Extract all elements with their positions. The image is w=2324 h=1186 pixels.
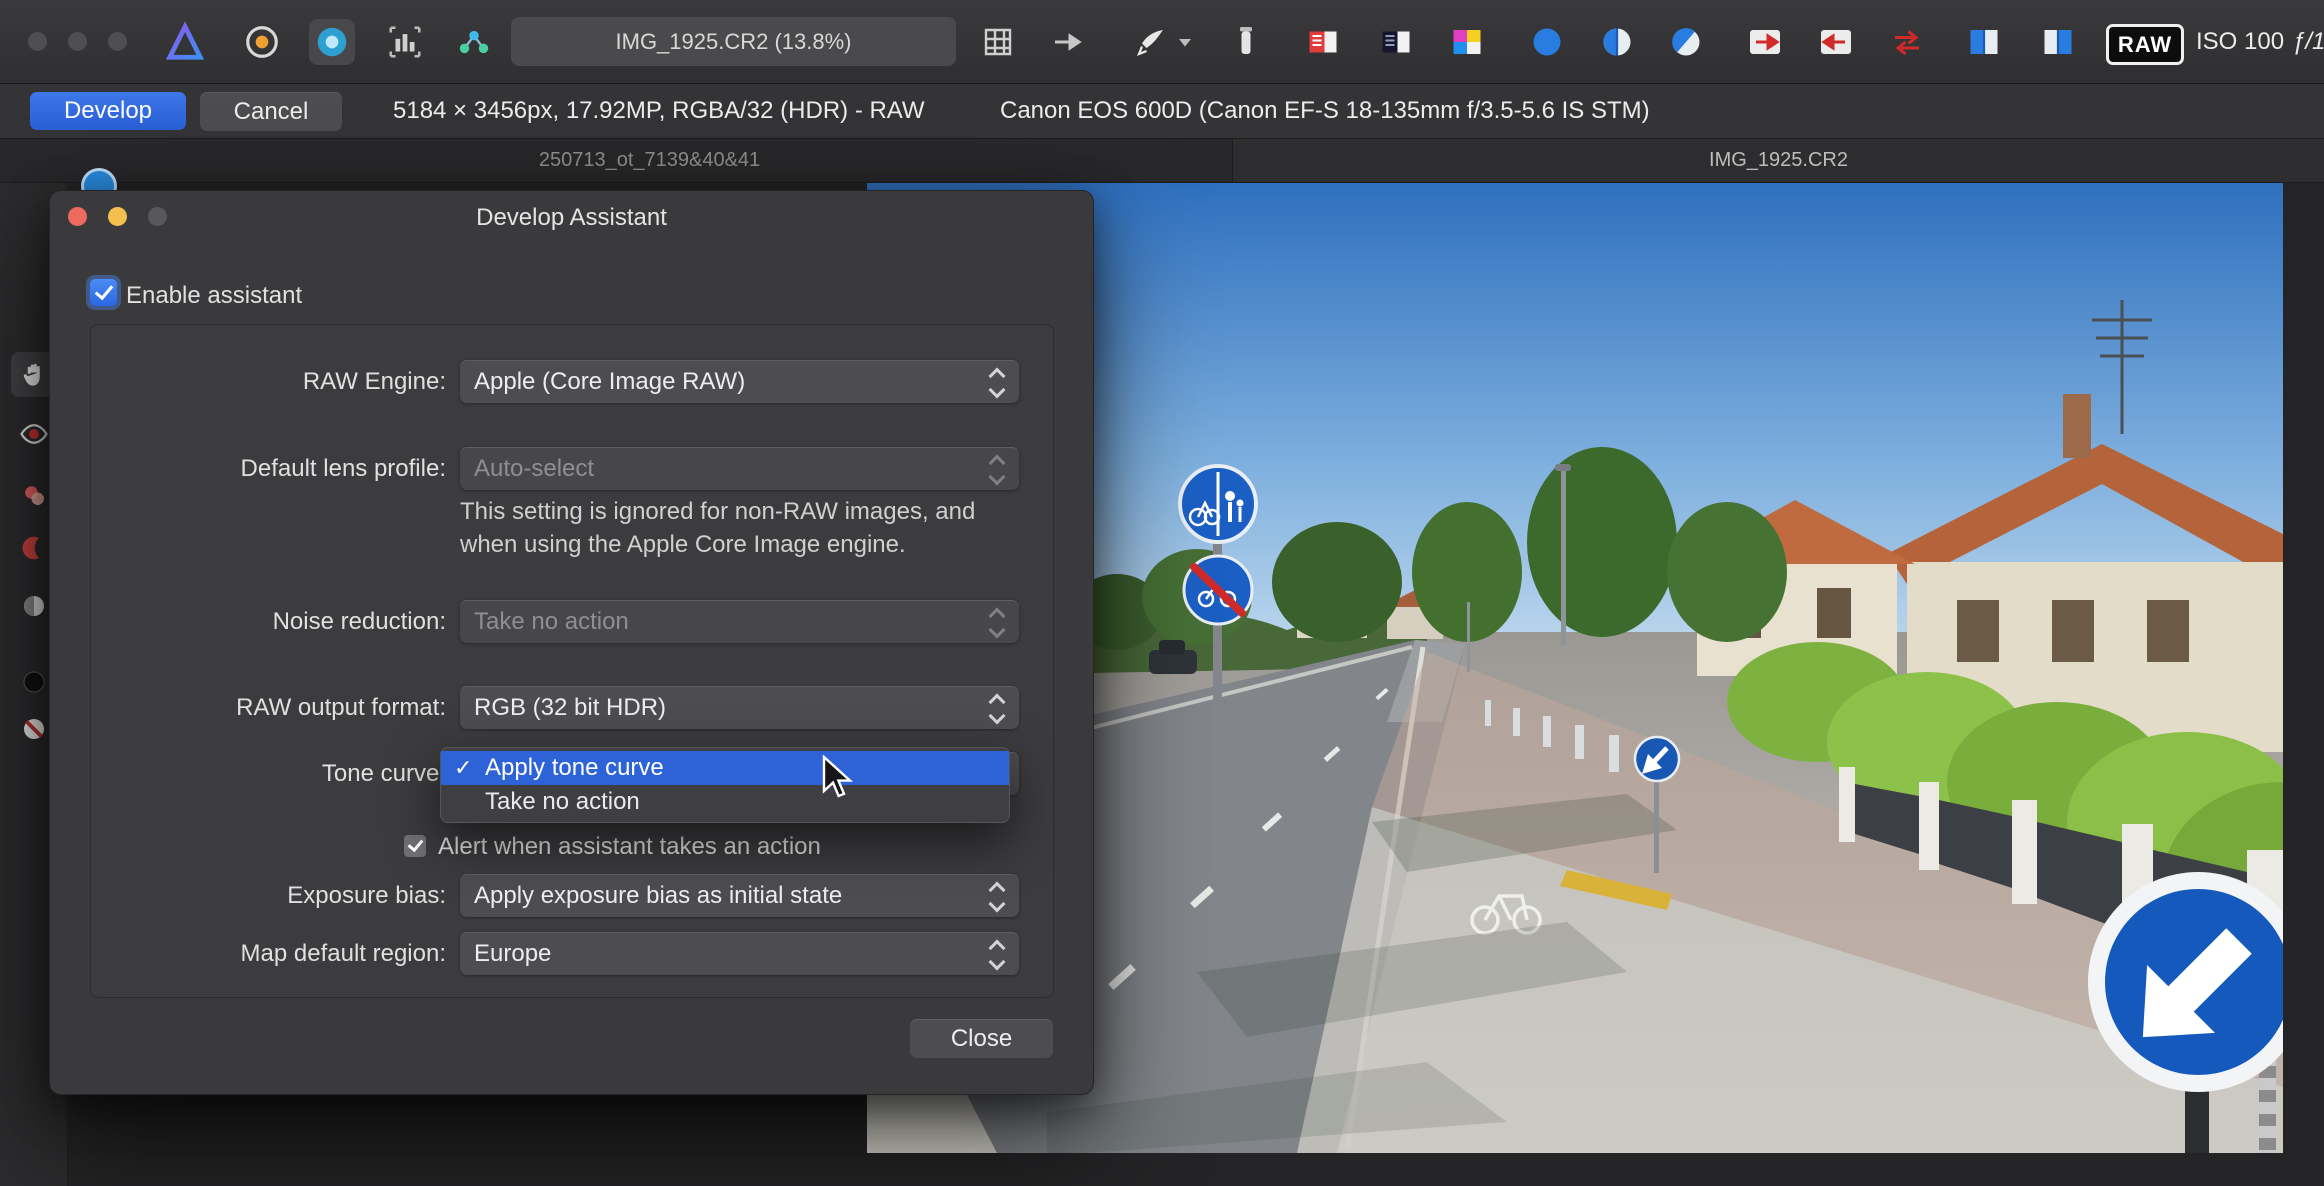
alert-checkbox[interactable] <box>404 835 426 857</box>
photo-persona-icon[interactable] <box>239 19 285 65</box>
assistant-icon[interactable] <box>1128 19 1174 65</box>
document-title-text: IMG_1925.CR2 (13.8%) <box>616 29 852 55</box>
window-zoom-button[interactable] <box>108 32 127 51</box>
snapping-icon[interactable] <box>1044 19 1090 65</box>
clipped-shadows-icon[interactable] <box>1373 19 1419 65</box>
exposure-bias-select[interactable]: Apply exposure bias as initial state <box>460 874 1019 917</box>
document-title: IMG_1925.CR2 (13.8%) <box>511 17 956 66</box>
tone-curve-menu: ✓ Apply tone curve Take no action <box>440 747 1010 823</box>
document-info: 5184 × 3456px, 17.92MP, RGBA/32 (HDR) - … <box>393 83 925 138</box>
lens-profile-help: This setting is ignored for non-RAW imag… <box>460 495 975 561</box>
close-button-label: Close <box>951 1025 1012 1053</box>
dialog-title: Develop Assistant <box>50 204 1093 232</box>
map-region-select[interactable]: Europe <box>460 932 1019 975</box>
stepper-icon <box>982 361 1012 404</box>
split-view-icon[interactable] <box>1594 19 1640 65</box>
aperture-label: ƒ/1 <box>2292 0 2324 83</box>
menu-item-take-no-action[interactable]: Take no action <box>441 785 1009 819</box>
checkmark-icon: ✓ <box>454 755 472 781</box>
close-button[interactable]: Close <box>910 1019 1053 1058</box>
sync-before-icon[interactable] <box>1742 19 1788 65</box>
clipped-highlights-icon[interactable] <box>1300 19 1346 65</box>
develop-persona-icon[interactable] <box>309 19 355 65</box>
tone-curve-label: Tone curve: <box>90 752 446 795</box>
noise-reduction-select[interactable]: Take no action <box>460 600 1019 643</box>
enable-assistant-label: Enable assistant <box>126 282 302 310</box>
stepper-icon <box>982 687 1012 730</box>
develop-assistant-dialog: Develop Assistant Enable assistant RAW E… <box>49 190 1094 1095</box>
mirror-view-icon[interactable] <box>1663 19 1709 65</box>
tab-img-1925[interactable]: IMG_1925.CR2 <box>1233 138 2324 182</box>
iso-label: ISO 100 <box>2196 0 2284 83</box>
exposure-bias-value: Apply exposure bias as initial state <box>474 882 842 910</box>
help-line-2: when using the Apple Core Image engine. <box>460 528 975 561</box>
window-minimize-button[interactable] <box>68 32 87 51</box>
tone-mapping-persona-icon[interactable] <box>382 19 428 65</box>
affinity-photo-window: IMG_1925.CR2 (13.8%) <box>0 0 2324 1186</box>
menu-item-label: Take no action <box>485 788 640 816</box>
alert-checkbox-label: Alert when assistant takes an action <box>438 833 821 861</box>
assistant-dropdown-chevron[interactable] <box>1170 19 1200 65</box>
noise-reduction-value: Take no action <box>474 608 629 636</box>
enable-assistant-checkbox[interactable] <box>90 279 117 306</box>
lens-profile-select[interactable]: Auto-select <box>460 447 1019 490</box>
clone-tool-icon[interactable] <box>1223 19 1269 65</box>
help-line-1: This setting is ignored for non-RAW imag… <box>460 495 975 528</box>
context-toolbar: Develop Cancel 5184 × 3456px, 17.92MP, R… <box>0 83 2324 139</box>
raw-badge: RAW <box>2106 24 2184 65</box>
sync-after-icon[interactable] <box>1813 19 1859 65</box>
cancel-button[interactable]: Cancel <box>200 92 342 131</box>
tab-label: IMG_1925.CR2 <box>1709 149 1848 172</box>
grid-icon[interactable] <box>975 19 1021 65</box>
raw-output-format-label: RAW output format: <box>90 686 446 729</box>
titlebar: IMG_1925.CR2 (13.8%) <box>0 0 2324 84</box>
camera-info: Canon EOS 600D (Canon EF-S 18-135mm f/3.… <box>1000 83 1650 138</box>
stepper-icon <box>982 933 1012 976</box>
menu-item-apply-tone-curve[interactable]: ✓ Apply tone curve <box>441 751 1009 785</box>
affinity-photo-logo <box>162 19 208 65</box>
iso-label-text: ISO 100 <box>2196 28 2284 56</box>
clipped-tones-icon[interactable] <box>1444 19 1490 65</box>
raw-output-format-value: RGB (32 bit HDR) <box>474 694 666 722</box>
window-close-button[interactable] <box>28 32 47 51</box>
export-persona-icon[interactable] <box>451 19 497 65</box>
map-region-value: Europe <box>474 940 551 968</box>
swap-views-icon[interactable] <box>1884 19 1930 65</box>
stepper-icon <box>982 875 1012 918</box>
noise-reduction-label: Noise reduction: <box>90 600 446 643</box>
split-vertical-icon[interactable] <box>2035 19 2081 65</box>
stepper-icon <box>982 448 1012 491</box>
document-tabbar: 250713_ot_7139&40&41 IMG_1925.CR2 <box>0 138 2324 183</box>
stepper-icon <box>982 601 1012 644</box>
tab-250713[interactable]: 250713_ot_7139&40&41 <box>67 138 1233 182</box>
raw-engine-label: RAW Engine: <box>90 360 446 403</box>
lens-profile-label: Default lens profile: <box>90 447 446 490</box>
tab-label: 250713_ot_7139&40&41 <box>539 149 760 172</box>
map-region-label: Map default region: <box>90 932 446 975</box>
aperture-label-text: ƒ/1 <box>2292 28 2324 56</box>
mouse-cursor <box>822 755 856 806</box>
raw-badge-text: RAW <box>2118 32 2172 58</box>
camera-info-text: Canon EOS 600D (Canon EF-S 18-135mm f/3.… <box>1000 97 1650 125</box>
menu-item-label: Apply tone curve <box>485 754 664 782</box>
raw-engine-select[interactable]: Apple (Core Image RAW) <box>460 360 1019 403</box>
split-horizontal-icon[interactable] <box>1961 19 2007 65</box>
cancel-button-label: Cancel <box>234 98 309 126</box>
raw-engine-value: Apple (Core Image RAW) <box>474 368 745 396</box>
develop-button[interactable]: Develop <box>30 92 186 130</box>
exposure-bias-label: Exposure bias: <box>90 874 446 917</box>
document-info-text: 5184 × 3456px, 17.92MP, RGBA/32 (HDR) - … <box>393 97 925 125</box>
develop-button-label: Develop <box>64 97 152 125</box>
raw-output-format-select[interactable]: RGB (32 bit HDR) <box>460 686 1019 729</box>
single-view-icon[interactable] <box>1524 19 1570 65</box>
lens-profile-value: Auto-select <box>474 455 594 483</box>
